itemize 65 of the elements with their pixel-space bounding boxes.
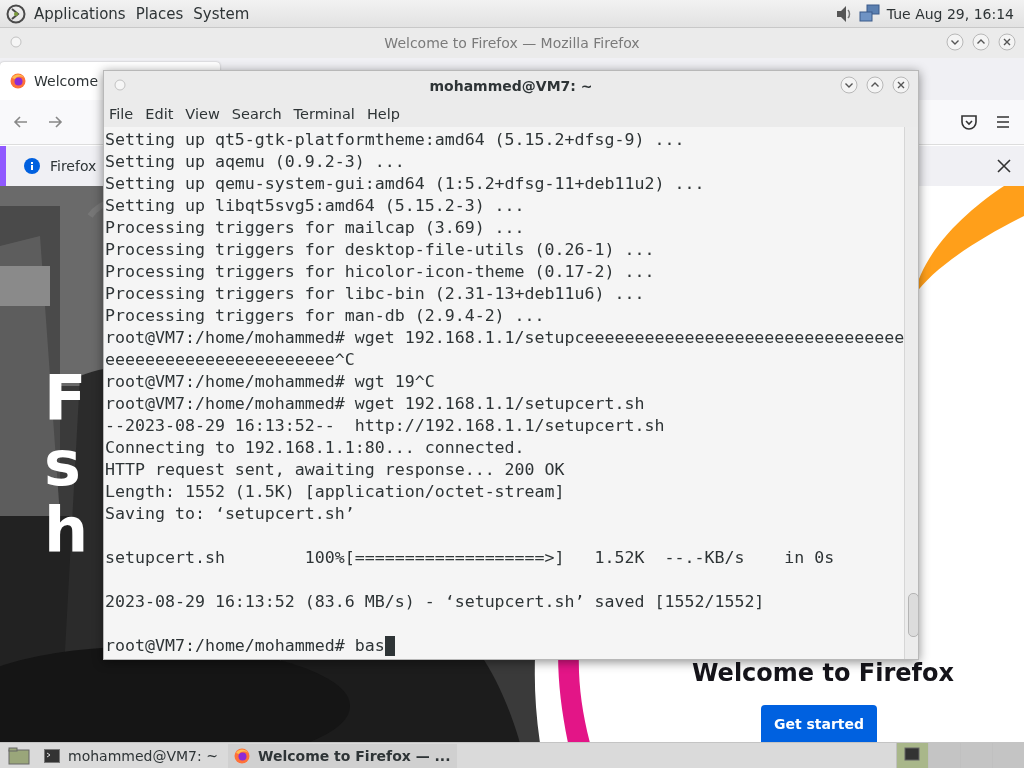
panel-menu[interactable]: System: [191, 4, 252, 23]
terminal-line: --2023-08-29 16:13:52-- http://192.168.1.1/setupcert.sh: [105, 415, 665, 437]
window-menu-icon[interactable]: [114, 79, 126, 91]
terminal-line: Setting up qemu-system-gui:amd64 (1:5.2+dfsg-11+deb11u2) ...: [105, 173, 705, 195]
menu-item[interactable]: Search: [231, 106, 282, 122]
maximize-icon[interactable]: [866, 76, 884, 94]
terminal-line: Setting up aqemu (0.9.2-3) ...: [105, 151, 405, 173]
terminal-line: setupcert.sh 100%[===================>] 1.52K --.-KB/s in 0s: [105, 547, 835, 569]
workspace-switch[interactable]: [896, 743, 928, 768]
minimize-icon[interactable]: [946, 33, 964, 51]
menu-item[interactable]: File: [109, 106, 134, 122]
scrollbar[interactable]: [904, 127, 918, 659]
terminal-line: Processing triggers for libc-bin (2.31-13+deb11u6) ...: [105, 283, 645, 305]
terminal-line: Processing triggers for hicolor-icon-theme (0.17-2) ...: [105, 261, 655, 283]
terminal-line: Length: 1552 (1.5K) [application/octet-stream]: [105, 481, 565, 503]
terminal-line: 2023-08-29 16:13:52 (83.6 MB/s) - ‘setupcert.sh’ saved [1552/1552]: [105, 591, 765, 613]
panel-menu[interactable]: Places: [133, 4, 186, 23]
logo-icon[interactable]: [6, 3, 26, 24]
close-icon[interactable]: [998, 33, 1016, 51]
menu-item[interactable]: Edit: [145, 106, 174, 122]
workspace-switch[interactable]: [928, 743, 960, 768]
terminal-line: root@VM7:/home/mohammed# bas: [105, 635, 385, 657]
window-title: Welcome to Firefox — Mozilla Firefox: [384, 35, 640, 51]
network-icon[interactable]: [858, 3, 881, 24]
terminal-line: Saving to: ‘setupcert.sh’: [105, 503, 355, 525]
close-icon[interactable]: [996, 158, 1012, 174]
terminal-line: eeeeeeeeeeeeeeeeeeeeeee^C: [105, 349, 355, 371]
window-menu-icon[interactable]: [10, 36, 22, 48]
terminal-line: root@VM7:/home/mohammed# wgt 19^C: [105, 371, 435, 393]
terminal-line: Processing triggers for mailcap (3.69) ...: [105, 217, 525, 239]
clock[interactable]: Tue Aug 29, 16:14: [886, 5, 1014, 22]
terminal-line: Processing triggers for desktop-file-utils (0.26-1) ...: [105, 239, 655, 261]
pocket-icon[interactable]: [960, 113, 978, 131]
panel-menu[interactable]: Applications: [32, 4, 128, 23]
terminal-line: Connecting to 192.168.1.1:80... connected.: [105, 437, 525, 459]
notification-text: Firefox: [50, 158, 97, 174]
taskbar-button[interactable]: Welcome to Firefox — ...: [228, 743, 457, 768]
show-desktop-icon[interactable]: [6, 745, 32, 766]
taskbar-button[interactable]: mohammed@VM7: ~: [38, 743, 228, 768]
terminal-line: root@VM7:/home/mohammed# wget 192.168.1.1/setupceeeeeeeeeeeeeeeeeeeeeeeeeeeeeeee: [105, 327, 905, 349]
terminal-line: HTTP request sent, awaiting response... 200 OK: [105, 459, 565, 481]
menu-item[interactable]: View: [185, 106, 220, 122]
menu-icon[interactable]: [994, 113, 1012, 131]
info-icon: [24, 158, 40, 174]
workspace-switch[interactable]: [992, 743, 1024, 768]
terminal-line: root@VM7:/home/mohammed# wget 192.168.1.1/setupcert.sh: [105, 393, 645, 415]
welcome-heading: Welcome to Firefox: [692, 659, 954, 687]
terminal-line: Processing triggers for man-db (2.9.4-2) ...: [105, 305, 545, 327]
firefox-icon: [234, 747, 250, 764]
menu-item[interactable]: Terminal: [293, 106, 355, 122]
hero-letter: h: [44, 498, 89, 564]
firefox-icon: [10, 73, 26, 89]
close-icon[interactable]: [892, 76, 910, 94]
window-title: mohammed@VM7: ~: [429, 78, 593, 94]
hero-letter: F: [44, 366, 87, 432]
terminal-line: Setting up libqt5svg5:amd64 (5.15.2-3) ...: [105, 195, 525, 217]
minimize-icon[interactable]: [840, 76, 858, 94]
hero-letter: s: [44, 432, 81, 498]
workspace-switch[interactable]: [960, 743, 992, 768]
menu-item[interactable]: Help: [366, 106, 400, 122]
maximize-icon[interactable]: [972, 33, 990, 51]
terminal-icon: [44, 747, 60, 764]
scrollbar-thumb[interactable]: [908, 593, 918, 637]
get-started-button[interactable]: Get started: [761, 705, 877, 742]
terminal-line: Setting up qt5-gtk-platformtheme:amd64 (5.15.2+dfsg-9) ...: [105, 129, 685, 151]
